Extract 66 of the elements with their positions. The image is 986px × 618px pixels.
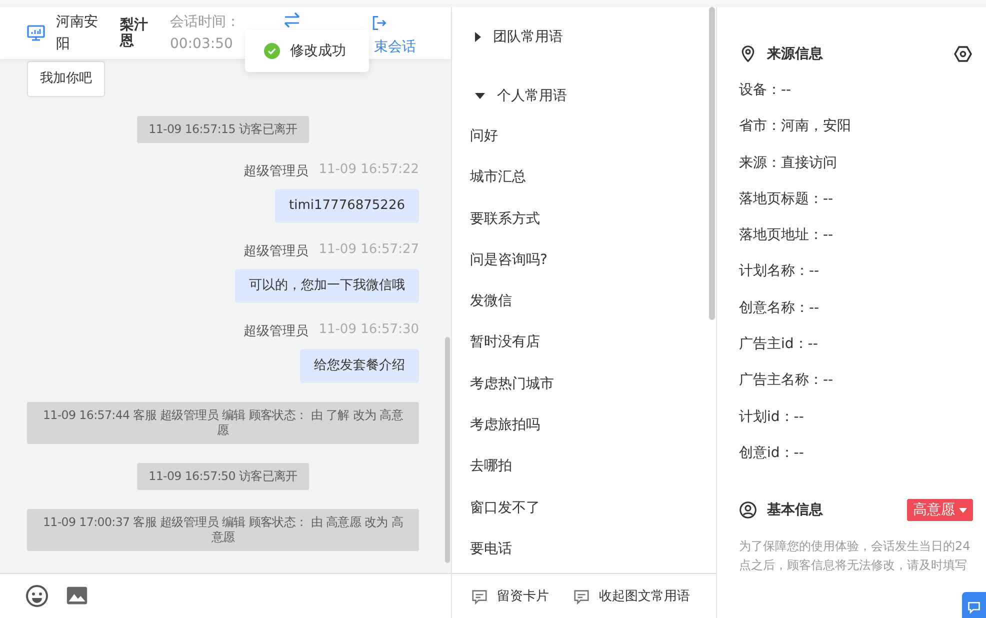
location-text: 河南安阳 [56,13,99,54]
info-field: 创意名称：-- [739,296,973,334]
phrase-item[interactable]: 发微信 [470,281,716,322]
message-bubble: 可以的，您加一下我微信哦 [235,269,419,303]
phrase-item[interactable]: 要电话 [470,528,716,570]
image-icon[interactable] [65,585,89,607]
info-field: 广告主id：-- [739,333,973,370]
phrase-item[interactable]: 问是咨询吗? [470,240,716,282]
sender-name: 超级管理员 [244,323,309,340]
visitor-name: 梨汁恩 [120,17,149,49]
scrollbar[interactable] [445,337,450,563]
sender-name: 超级管理员 [244,243,309,260]
phrase-item[interactable]: 考虑旅拍吗 [470,405,716,446]
sender-name: 超级管理员 [244,163,309,180]
section-title: 来源信息 [767,45,823,63]
info-field: 计划名称：-- [739,260,973,297]
transfer-icon[interactable] [282,10,302,30]
system-notice: 11-09 16:57:50 访客已离开 [136,463,310,490]
section-title: 基本信息 [767,501,823,520]
message-icon [471,588,488,604]
info-field: 广告主名称：-- [739,369,973,406]
phrase-group-header[interactable]: 个人常用语 [475,81,716,111]
phrase-item[interactable]: 问好 [470,116,716,158]
settings-icon[interactable] [953,44,973,64]
caret-icon [959,508,967,513]
status-dropdown[interactable]: 高意愿 [907,499,973,522]
info-field: 来源：直接访问 [739,152,973,188]
message-bubble: 给您发套餐介绍 [300,349,419,383]
info-field: 计划id：-- [739,406,973,442]
session-time: 00:03:50 [170,35,234,54]
message-time: 11-09 16:57:22 [318,162,419,179]
monitor-icon [26,23,46,43]
message-time: 11-09 16:57:30 [318,322,419,339]
message-icon [573,588,590,604]
action-link[interactable]: 收起图文常用语 [573,587,690,605]
note-text: 为了保障您的使用体验，会话发生当日的24点之后，顾客信息将无法修改，请及时填写 [739,538,972,574]
info-field: 落地页地址：-- [739,224,973,260]
info-field: 省市：河南，安阳 [739,115,973,152]
exit-icon [370,14,388,32]
session-time-label: 会话时间： [170,13,241,32]
check-circle-icon [264,43,280,59]
message-bubble: timi17776875226 [275,189,419,223]
message-time: 11-09 16:57:27 [318,242,419,259]
emoji-icon[interactable] [25,584,49,608]
toast-message: 修改成功 [290,42,346,60]
phrase-item[interactable]: 暂时没有店 [470,322,716,364]
end-session-button[interactable]: 束会话 [374,14,416,56]
system-notice: 11-09 16:57:44 客服 超级管理员 编辑 顾客状态： 由 了解 改为 高意愿 [27,402,419,444]
info-field: 创意id：-- [739,442,973,478]
location-pin-icon [739,45,757,63]
phrase-item[interactable]: 窗口发不了 [470,488,716,529]
phrase-group-header[interactable]: 团队常用语 [475,22,716,52]
system-notice: 11-09 16:57:15 访客已离开 [136,116,310,143]
phrase-item[interactable]: 要联系方式 [470,198,716,240]
phrase-item[interactable]: 考虑热门城市 [470,364,716,406]
phrase-item[interactable]: 城市汇总 [470,157,716,199]
info-field: 设备：-- [739,79,973,116]
info-field: 落地页标题：-- [739,188,973,224]
message-bubble: 我加你吧 [27,61,105,97]
user-icon [739,501,757,520]
system-notice: 11-09 17:00:37 客服 超级管理员 编辑 顾客状态： 由 高意愿 改为 高意愿 [27,509,419,551]
phrase-item[interactable]: 去哪拍 [470,446,716,488]
scrollbar[interactable] [709,7,715,320]
chat-float-button[interactable] [962,592,986,618]
chat-icon [967,600,981,614]
action-link[interactable]: 留资卡片 [471,587,549,605]
